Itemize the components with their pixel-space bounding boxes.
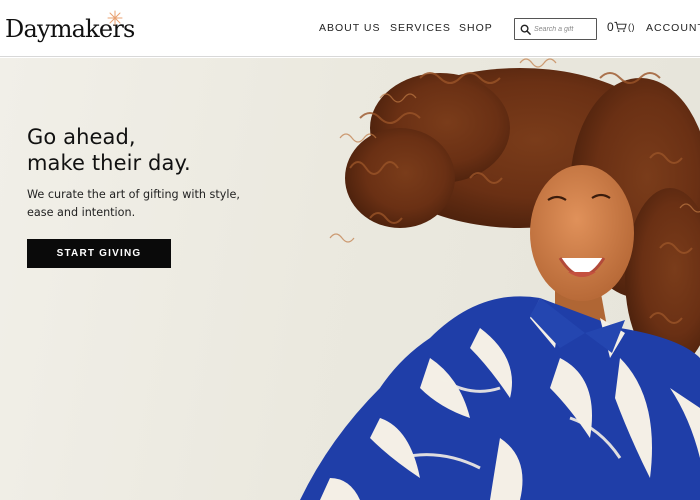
hero-subtitle: We curate the art of gifting with style,… — [27, 186, 267, 222]
hero-title: Go ahead, make their day. — [27, 124, 327, 176]
start-giving-button[interactable]: START GIVING — [27, 239, 171, 268]
cart-count: 0 — [607, 20, 614, 34]
search-input[interactable] — [534, 22, 594, 36]
sparkle-icon — [107, 10, 123, 26]
search-box[interactable] — [514, 18, 597, 40]
hero-title-line-2: make their day. — [27, 151, 191, 175]
hero-subtitle-line-2: ease and intention. — [27, 206, 136, 219]
hero-title-line-1: Go ahead, — [27, 125, 136, 149]
hero-subtitle-line-1: We curate the art of gifting with style, — [27, 188, 240, 201]
cart-count-display: () — [628, 22, 635, 32]
hero-section: Go ahead, make their day. We curate the … — [0, 58, 700, 500]
nav-services[interactable]: SERVICES — [390, 22, 451, 34]
nav-shop[interactable]: SHOP — [459, 22, 493, 34]
nav-account[interactable]: ACCOUNT — [646, 22, 700, 34]
nav-about-us[interactable]: ABOUT US — [319, 22, 380, 34]
site-header: Daymakers ABOUT US SERVICES SHOP 0 () AC… — [0, 0, 700, 57]
search-icon[interactable] — [520, 24, 531, 35]
cart-icon — [614, 21, 627, 32]
